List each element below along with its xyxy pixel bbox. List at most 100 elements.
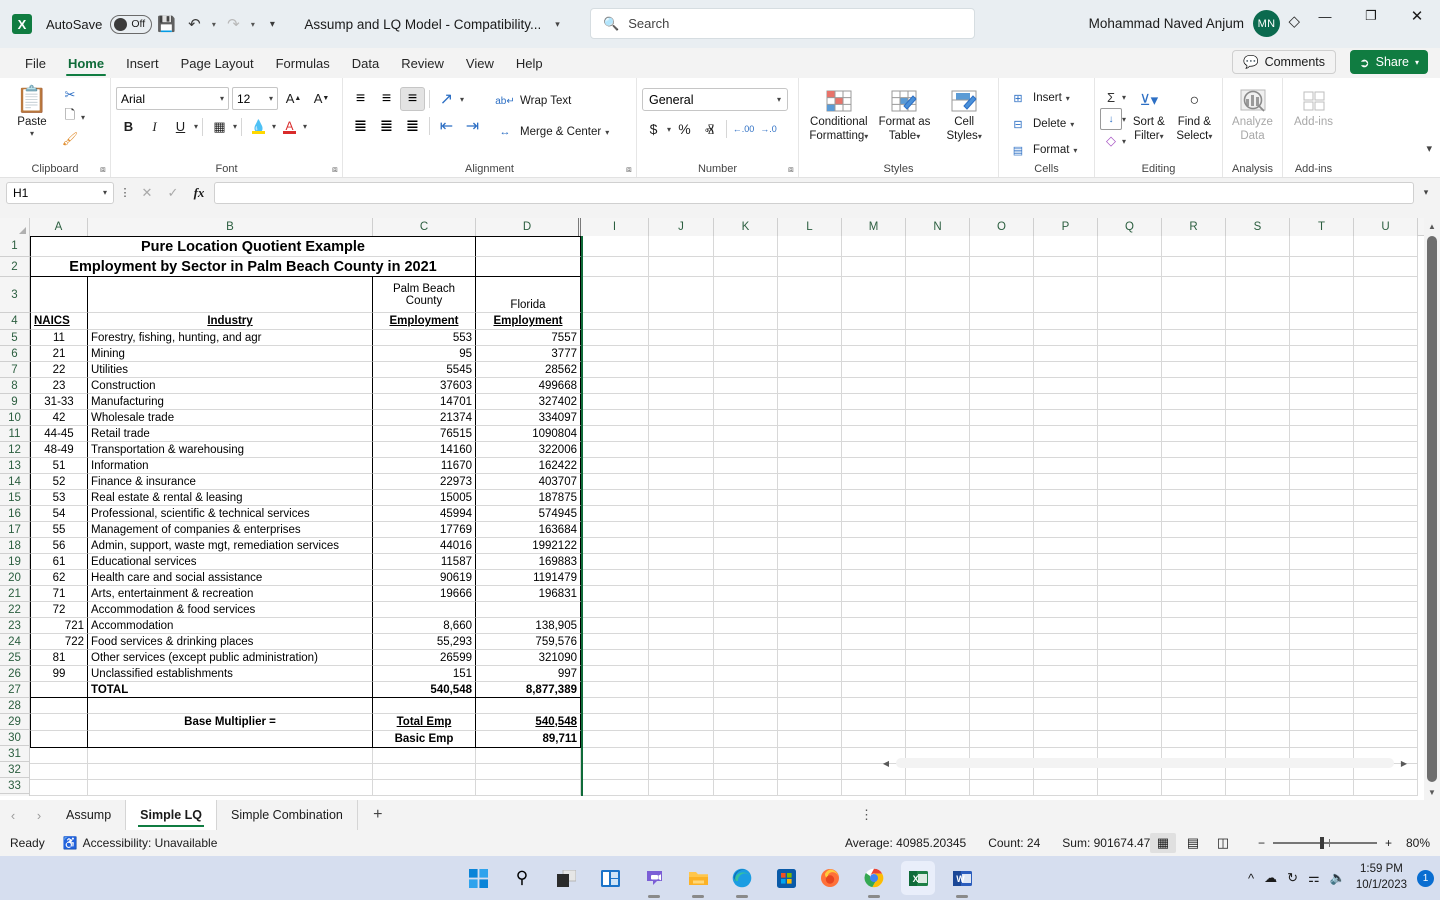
grid-cell-empty[interactable] <box>906 474 970 490</box>
cell-a3[interactable] <box>30 277 88 313</box>
grid-cell-empty[interactable] <box>581 410 649 426</box>
grid-cell-empty[interactable] <box>842 780 906 796</box>
column-header-u[interactable]: U <box>1354 218 1418 236</box>
grid-cell-empty[interactable] <box>1034 426 1098 442</box>
font-size-dropdown-icon[interactable]: ▾ <box>269 94 273 103</box>
grid-cell-empty[interactable] <box>714 236 778 257</box>
grid-cell-empty[interactable] <box>842 277 906 313</box>
cell-naics[interactable]: 71 <box>30 586 88 602</box>
grid-cell-empty[interactable] <box>581 602 649 618</box>
grid-cell-empty[interactable] <box>906 277 970 313</box>
grid-cell-empty[interactable] <box>649 330 714 346</box>
teams-icon[interactable] <box>637 861 671 898</box>
grid-cell-empty[interactable] <box>970 394 1034 410</box>
grid-cell-empty[interactable] <box>1162 378 1226 394</box>
grid-cell-empty[interactable] <box>970 313 1034 330</box>
grid-cell-empty[interactable] <box>1226 378 1290 394</box>
grid-cell-empty[interactable] <box>1098 522 1162 538</box>
grid-cell-empty[interactable] <box>1290 346 1354 362</box>
grid-cell-empty[interactable] <box>714 346 778 362</box>
grid-cell-empty[interactable] <box>1162 602 1226 618</box>
row-header-24[interactable]: 24 <box>0 634 29 650</box>
cell-employment-fl[interactable]: 1191479 <box>476 570 581 586</box>
grid-cell-empty[interactable] <box>778 257 842 277</box>
column-header-t[interactable]: T <box>1290 218 1354 236</box>
cell-naics[interactable]: 55 <box>30 522 88 538</box>
cell-employment-pbc[interactable]: 11587 <box>373 554 476 570</box>
zoom-in-button[interactable]: + <box>1385 836 1392 850</box>
chevron-up-icon[interactable]: ^ <box>1248 871 1254 886</box>
grid-cell-empty[interactable] <box>1162 490 1226 506</box>
grid-cell-empty[interactable] <box>1226 634 1290 650</box>
grid-cell-empty[interactable] <box>1098 474 1162 490</box>
tab-home[interactable]: Home <box>57 53 115 78</box>
grid-cell-empty[interactable] <box>778 682 842 698</box>
accessibility-status[interactable]: ♿ Accessibility: Unavailable <box>63 836 218 850</box>
grid-cell-empty[interactable] <box>581 426 649 442</box>
cell-employment-pbc[interactable]: 90619 <box>373 570 476 586</box>
grid-cell-empty[interactable] <box>649 586 714 602</box>
grid-cell-empty[interactable] <box>649 618 714 634</box>
grid-cell-empty[interactable] <box>714 362 778 378</box>
normal-view-icon[interactable]: ▦ <box>1150 833 1176 853</box>
grid-cell-empty[interactable] <box>581 490 649 506</box>
grid-cell-empty[interactable] <box>906 602 970 618</box>
cell-naics[interactable]: 99 <box>30 666 88 682</box>
cell-employment-fl[interactable]: 322006 <box>476 442 581 458</box>
decrease-indent-icon[interactable]: ⇤ <box>434 114 459 138</box>
grid-cell-empty[interactable] <box>778 522 842 538</box>
cell-industry[interactable]: Arts, entertainment & recreation <box>88 586 373 602</box>
cancel-formula-icon[interactable]: ✕ <box>136 185 158 201</box>
enter-formula-icon[interactable]: ✓ <box>162 185 184 201</box>
grid-cell-empty[interactable] <box>1162 538 1226 554</box>
grid-cell-empty[interactable] <box>1034 634 1098 650</box>
cell-d1[interactable] <box>476 236 581 257</box>
grid-cell-empty[interactable] <box>649 378 714 394</box>
grid-cell-empty[interactable] <box>1226 650 1290 666</box>
cell-employment-fl[interactable]: 574945 <box>476 506 581 522</box>
grid-cell-empty[interactable] <box>778 458 842 474</box>
row-header-21[interactable]: 21 <box>0 586 29 602</box>
grid-cell-empty[interactable] <box>714 714 778 731</box>
cell-employment-pbc[interactable] <box>373 602 476 618</box>
grid-cell-empty[interactable] <box>714 410 778 426</box>
tab-view[interactable]: View <box>455 53 505 78</box>
grid-cell-empty[interactable] <box>581 474 649 490</box>
grid-cell-empty[interactable] <box>1354 277 1418 313</box>
grid-cell-empty[interactable] <box>1354 522 1418 538</box>
copy-icon[interactable]: 🗋 <box>59 106 81 128</box>
prev-sheet-icon[interactable]: ‹ <box>0 808 26 823</box>
grid-cell-empty[interactable] <box>970 236 1034 257</box>
cell-basic-emp-value[interactable]: 89,711 <box>476 731 581 748</box>
cell-employment-fl[interactable]: 28562 <box>476 362 581 378</box>
bold-button[interactable]: B <box>116 114 141 139</box>
grid-cell-empty[interactable] <box>714 277 778 313</box>
grid-cell-empty[interactable] <box>778 714 842 731</box>
grid-cell-empty[interactable] <box>88 780 373 796</box>
grid-cell-empty[interactable] <box>1290 554 1354 570</box>
grid-cell-empty[interactable] <box>581 764 649 780</box>
find-dropdown-icon[interactable]: ▾ <box>1208 132 1212 141</box>
number-format-dropdown-icon[interactable]: ▾ <box>777 95 781 104</box>
grid-cell-empty[interactable] <box>842 426 906 442</box>
grid-cell-empty[interactable] <box>1290 330 1354 346</box>
cell-industry[interactable]: Information <box>88 458 373 474</box>
grid-cell-empty[interactable] <box>1226 410 1290 426</box>
grid-cell-empty[interactable] <box>778 570 842 586</box>
grid-cell-empty[interactable] <box>1290 277 1354 313</box>
cell-styles-button[interactable]: Cell Styles▾ <box>935 86 993 144</box>
grid-cell-empty[interactable] <box>373 764 476 780</box>
grid-cell-empty[interactable] <box>1162 554 1226 570</box>
grid-cell-empty[interactable] <box>1226 313 1290 330</box>
cell-employment-pbc[interactable]: 21374 <box>373 410 476 426</box>
grid-cell-empty[interactable] <box>1290 442 1354 458</box>
grid-cell-empty[interactable] <box>649 602 714 618</box>
grid-cell-empty[interactable] <box>714 634 778 650</box>
grid-cell-empty[interactable] <box>1162 277 1226 313</box>
tab-help[interactable]: Help <box>505 53 554 78</box>
delete-cells-button[interactable]: ⊟ Delete ▾ <box>1004 112 1077 136</box>
grid-cell-empty[interactable] <box>1098 394 1162 410</box>
grid-cell-empty[interactable] <box>1098 731 1162 748</box>
cell-employment-pbc[interactable]: 17769 <box>373 522 476 538</box>
cell-employment-pbc[interactable]: 19666 <box>373 586 476 602</box>
